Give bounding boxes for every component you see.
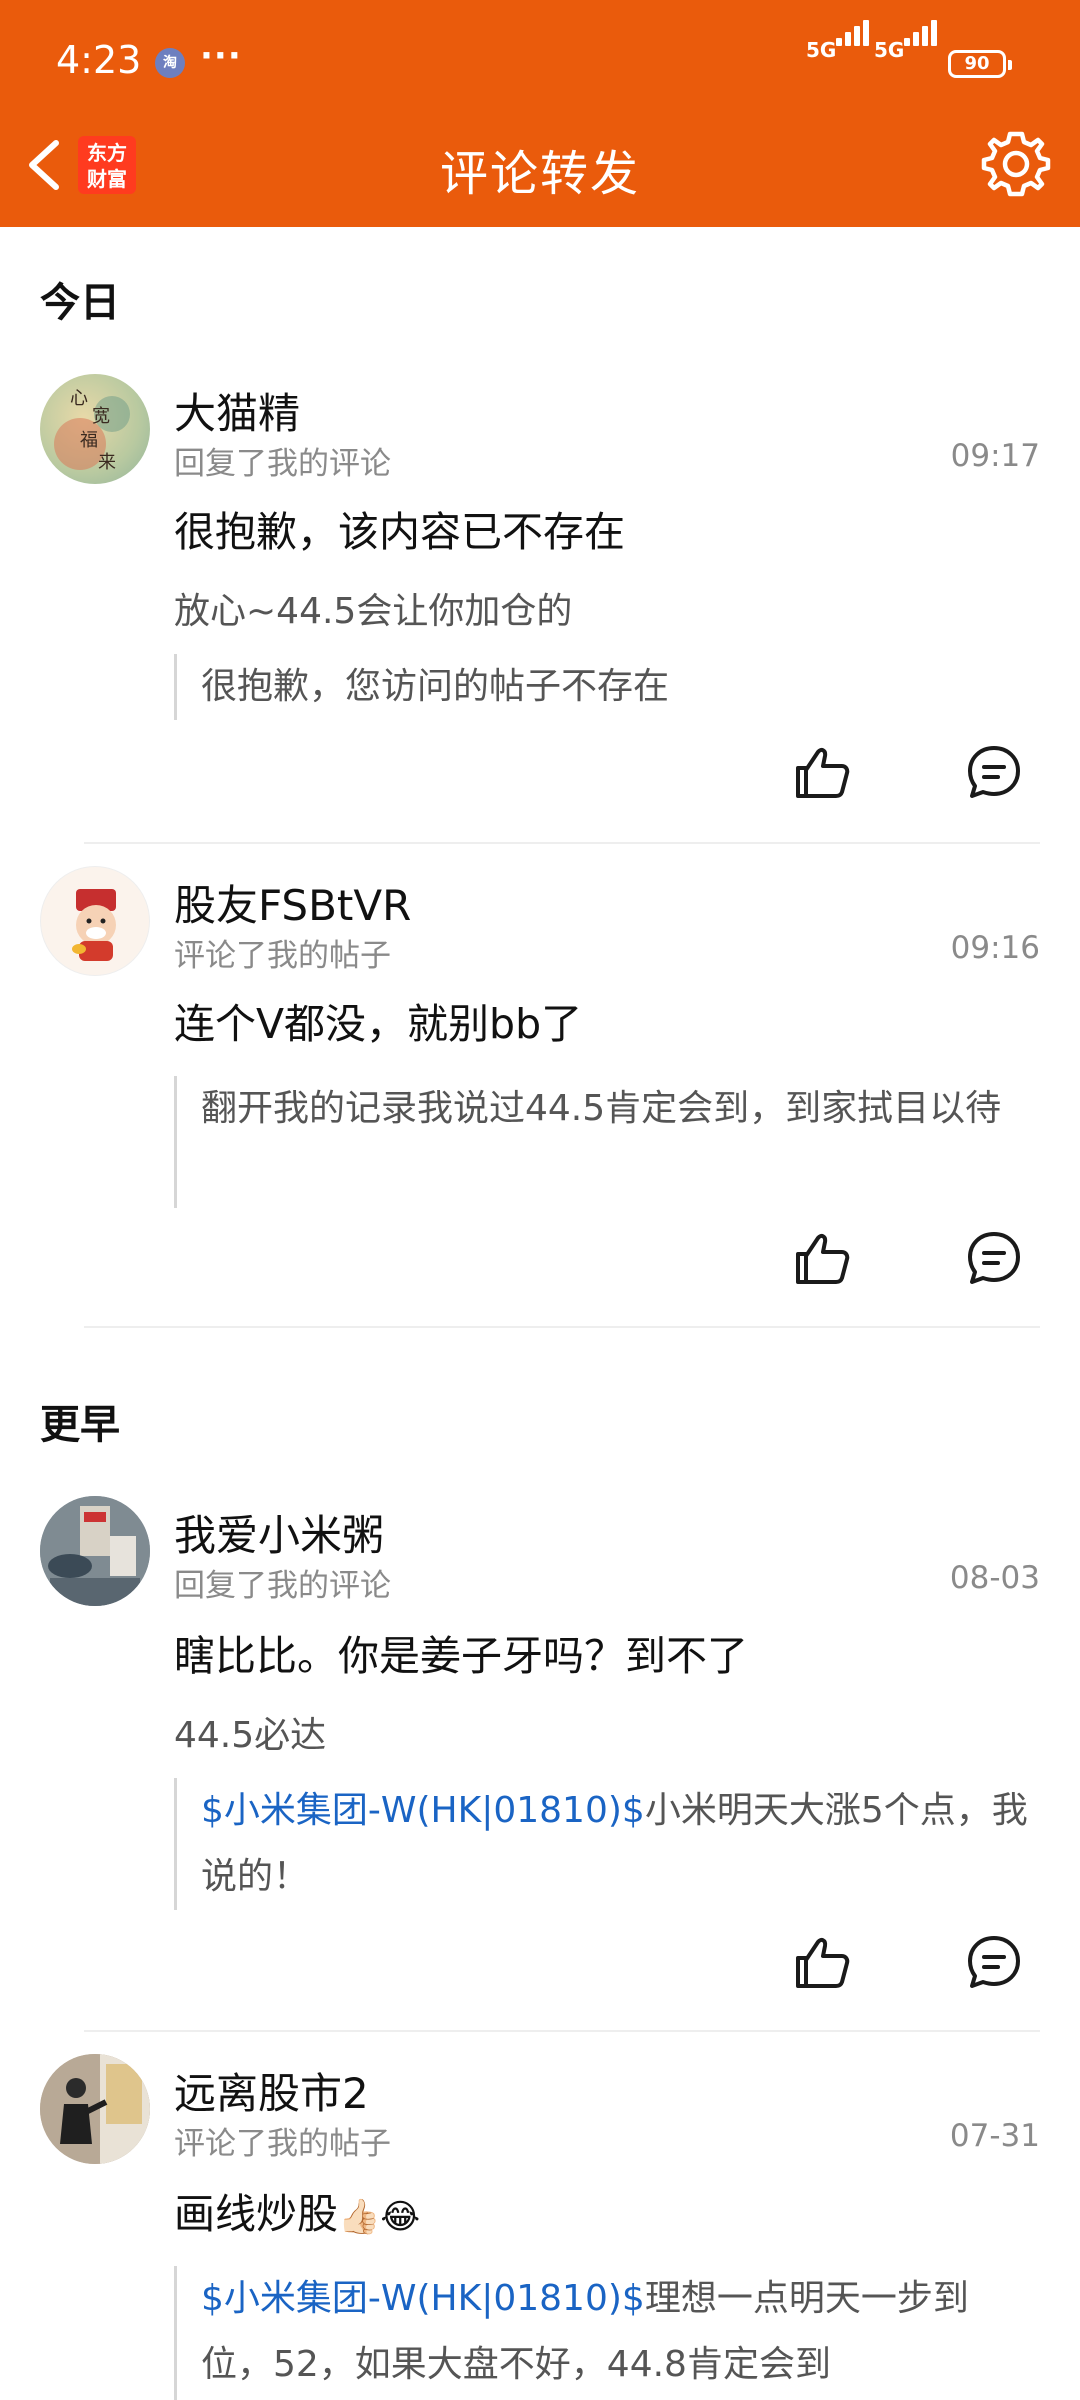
stock-link[interactable]: $小米集团-W(HK|01810)$ — [201, 2278, 645, 2319]
section-title-today: 今日 — [40, 280, 120, 326]
taobao-notification-icon: 淘 — [155, 48, 185, 78]
comment-bubble-icon — [968, 1936, 1020, 1988]
thumbs-up-laughing-emoji: 👍🏻😂 — [338, 2197, 421, 2237]
comment-bubble-icon — [968, 1232, 1020, 1284]
action-text: 回复了我的评论 — [174, 1568, 391, 1604]
network-type-label: 5G — [874, 38, 905, 62]
avatar[interactable]: 心 宽 福 来 — [40, 374, 150, 484]
timestamp: 08-03 — [949, 1560, 1040, 1596]
original-comment: 44.5必达 — [174, 1715, 327, 1756]
main-comment[interactable]: 很抱歉，该内容已不存在 — [174, 498, 625, 558]
more-notifications-icon: ··· — [200, 36, 242, 76]
list-item[interactable]: 股友FSBtVR 评论了我的帖子 09:16 连个V都没，就别bb了 翻开我的记… — [0, 862, 1080, 1322]
timestamp: 09:16 — [950, 930, 1040, 966]
reply-button[interactable] — [962, 1930, 1026, 1994]
main-comment[interactable]: 瞎比比。你是姜子牙吗？到不了 — [174, 1622, 748, 1682]
page-title: 评论转发 — [439, 146, 640, 202]
quoted-post[interactable]: 翻开我的记录我说过44.5肯定会到，到家拭目以待 — [174, 1076, 1040, 1208]
action-text: 评论了我的帖子 — [174, 2126, 391, 2162]
quoted-post-text: 很抱歉，您访问的帖子不存在 — [201, 666, 670, 707]
quoted-post[interactable]: $小米集团-W(HK|01810)$理想一点明天一步到位，52，如果大盘不好，4… — [174, 2266, 1040, 2400]
list-item[interactable]: 心 宽 福 来 大猫精 回复了我的评论 09:17 很抱歉，该内容已不存在 放心… — [0, 370, 1080, 840]
signal-icon-2: 5G — [874, 20, 938, 78]
timestamp: 07-31 — [949, 2118, 1040, 2154]
reply-button[interactable] — [962, 1226, 1026, 1290]
username[interactable]: 股友FSBtVR — [174, 872, 411, 933]
quoted-post[interactable]: 很抱歉，您访问的帖子不存在 — [174, 654, 1040, 720]
username[interactable]: 远离股市2 — [174, 2060, 369, 2121]
like-button[interactable] — [790, 740, 854, 804]
avatar[interactable] — [40, 866, 150, 976]
avatar[interactable] — [40, 2054, 150, 2164]
username[interactable]: 大猫精 — [174, 380, 300, 441]
username[interactable]: 我爱小米粥 — [174, 1502, 384, 1563]
original-comment: 放心~44.5会让你加仓的 — [174, 591, 573, 632]
settings-button[interactable] — [980, 128, 1052, 200]
divider — [84, 1326, 1040, 1328]
main-comment[interactable]: 画线炒股👍🏻😂 — [174, 2180, 420, 2240]
network-type-label: 5G — [806, 38, 837, 62]
app-header: 4:23 淘 ··· 5G 5G 90 东方 财富 评论转发 — [0, 0, 1080, 227]
thumbs-up-icon — [796, 1233, 850, 1284]
svg-text:心: 心 — [70, 388, 88, 409]
quoted-post-text: 翻开我的记录我说过44.5肯定会到，到家拭目以待 — [201, 1088, 1002, 1129]
action-text: 回复了我的评论 — [174, 446, 391, 482]
comment-bubble-icon — [968, 746, 1020, 798]
section-title-earlier: 更早 — [40, 1402, 120, 1448]
svg-text:来: 来 — [98, 452, 116, 473]
action-text: 评论了我的帖子 — [174, 938, 391, 974]
svg-text:福: 福 — [80, 430, 98, 451]
list-item[interactable]: 我爱小米粥 回复了我的评论 08-03 瞎比比。你是姜子牙吗？到不了 44.5必… — [0, 1492, 1080, 2022]
thumbs-up-icon — [796, 747, 850, 798]
divider — [84, 842, 1040, 844]
status-time: 4:23 — [56, 38, 142, 82]
timestamp: 09:17 — [950, 438, 1040, 474]
main-comment[interactable]: 连个V都没，就别bb了 — [174, 990, 582, 1050]
gear-icon — [981, 131, 1051, 197]
main-comment-text: 画线炒股 — [174, 2190, 338, 2238]
svg-text:宽: 宽 — [92, 406, 110, 427]
like-button[interactable] — [790, 1226, 854, 1290]
quoted-post[interactable]: $小米集团-W(HK|01810)$小米明天大涨5个点，我说的！ — [174, 1778, 1040, 1910]
like-button[interactable] — [790, 1930, 854, 1994]
stock-link[interactable]: $小米集团-W(HK|01810)$ — [201, 1790, 645, 1831]
divider — [84, 2030, 1040, 2032]
signal-icon-1: 5G — [806, 20, 870, 78]
reply-button[interactable] — [962, 740, 1026, 804]
avatar[interactable] — [40, 1496, 150, 1606]
battery-icon: 90 — [948, 50, 1012, 78]
thumbs-up-icon — [796, 1937, 850, 1988]
list-item[interactable]: 远离股市2 评论了我的帖子 07-31 画线炒股👍🏻😂 $小米集团-W(HK|0… — [0, 2050, 1080, 2400]
